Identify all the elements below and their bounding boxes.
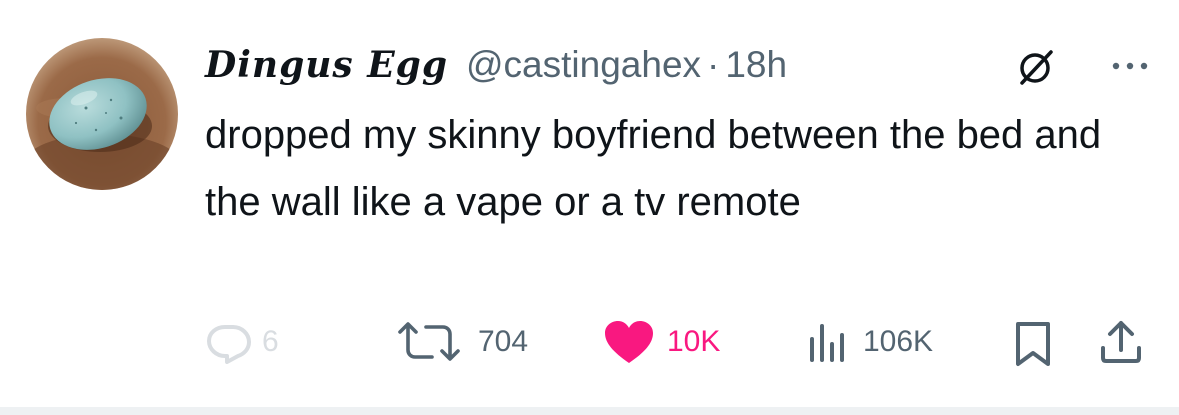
reply-button[interactable]: 6 — [205, 314, 279, 370]
tweet-text: dropped my skinny boyfriend between the … — [205, 113, 1102, 224]
heart-icon — [605, 321, 653, 363]
bookmark-icon[interactable] — [1012, 320, 1054, 368]
timestamp[interactable]: 18h — [725, 44, 787, 86]
egg-avatar-icon — [26, 38, 178, 190]
grok-icon[interactable] — [1016, 47, 1056, 87]
share-icon[interactable] — [1097, 318, 1145, 366]
divider — [0, 407, 1179, 415]
reply-icon — [207, 325, 251, 364]
avatar[interactable] — [26, 38, 178, 190]
tweet[interactable]: Dingus Egg @castingahex · 18h dropped my… — [0, 0, 1179, 415]
separator-dot: · — [707, 44, 720, 85]
retweet-icon — [398, 322, 460, 361]
retweet-button[interactable]: 704 — [396, 314, 528, 370]
views-button[interactable]: 106K — [807, 314, 933, 370]
display-name[interactable]: Dingus Egg — [205, 44, 448, 86]
views-count: 106K — [863, 325, 934, 358]
like-count: 10K — [667, 325, 721, 358]
more-icon[interactable] — [1105, 52, 1155, 80]
retweet-count: 704 — [478, 325, 529, 358]
like-button[interactable]: 10K — [603, 314, 720, 370]
user-handle[interactable]: @castingahex — [466, 44, 701, 86]
tweet-header: Dingus Egg @castingahex · 18h — [205, 37, 787, 93]
reply-count: 6 — [262, 325, 279, 358]
views-icon — [810, 324, 844, 362]
